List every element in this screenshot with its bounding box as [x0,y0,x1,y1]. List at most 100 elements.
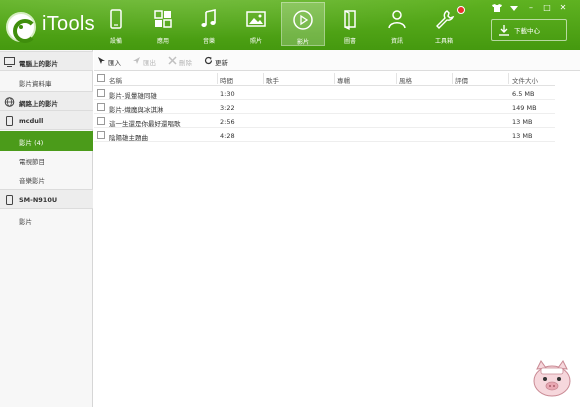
sidebar-item-label: 音樂影片 [19,177,45,185]
sidebar-group-label: mcdull [19,117,44,125]
row-checkbox[interactable] [97,117,105,125]
sidebar-item-tv-shows[interactable]: 電視節目 [0,150,93,170]
app-name: iTools [42,13,95,35]
column-header-time[interactable]: 時間 [220,75,233,85]
cell-time: 4:28 [220,132,235,140]
top-header: iTools 設備 應用 音樂 照片 影片 圖書 資訊 工具箱 – □ ✕ 下載… [0,0,580,50]
play-circle-icon [282,9,324,31]
select-all-checkbox[interactable] [97,74,105,82]
cell-name: 陰陽雄主題曲 [109,134,148,142]
itools-logo [6,12,37,43]
table-header: 名稱 時間 歌手 專輯 風格 評價 文件大小 [94,72,555,86]
cell-time: 3:22 [220,104,235,112]
column-divider [508,73,509,84]
sidebar-group-device-sm-n910u[interactable]: SM-N910U [0,189,93,209]
column-header-artist[interactable]: 歌手 [266,75,279,85]
nav-device[interactable]: 設備 [94,2,138,46]
nav-toolbox-label: 工具箱 [434,38,453,45]
download-center-label: 下載中心 [514,27,540,35]
cell-name: 影片-覓暈雄同雄 [109,92,157,100]
table-row[interactable]: 這一生還是你最好還唱歌 2:56 13 MB [94,115,555,128]
column-divider [217,73,218,84]
maximize-button[interactable]: □ [541,3,553,13]
cell-time: 2:56 [220,118,235,126]
column-header-size[interactable]: 文件大小 [512,75,538,85]
cell-size: 13 MB [512,132,533,140]
import-icon [97,56,106,65]
device-icon [4,116,15,126]
column-divider [263,73,264,84]
sidebar-group-online-videos[interactable]: 網路上的影片 [0,91,93,111]
table-row[interactable]: 影片-熾魔與冰淇淋 3:22 149 MB [94,101,555,114]
monitor-icon [4,57,15,67]
sidebar-item-sm-videos[interactable]: 影片 [0,210,93,230]
table-row[interactable]: 陰陽雄主題曲 4:28 13 MB [94,129,555,142]
delete-button[interactable]: 刪除 [168,56,198,67]
export-label: 匯出 [143,59,156,67]
nav-device-label: 設備 [109,38,122,45]
sidebar-item-label: 電視節目 [19,158,45,166]
import-button[interactable]: 匯入 [97,56,127,67]
person-icon [375,8,419,30]
export-icon [132,56,141,65]
phone-icon [94,8,138,30]
notification-badge [457,6,465,14]
nav-music[interactable]: 音樂 [187,2,231,46]
refresh-icon [204,56,213,65]
sidebar-item-label: 影片 [19,218,32,226]
sidebar-item-music-videos[interactable]: 音樂影片 [0,169,93,189]
globe-icon [4,97,15,107]
cell-size: 13 MB [512,118,533,126]
nav-videos[interactable]: 影片 [281,2,325,46]
apps-grid-icon [141,8,185,30]
table-row[interactable]: 影片-覓暈雄同雄 1:30 6.5 MB [94,87,555,100]
sidebar-item-label: 影片資料庫 [19,80,52,88]
minimize-button[interactable]: – [525,3,537,13]
cell-size: 6.5 MB [512,90,535,98]
sidebar-group-pc-videos[interactable]: 電腦上的影片 [0,51,93,71]
import-label: 匯入 [108,59,121,67]
sidebar-item-video-library[interactable]: 影片資料庫 [0,72,93,92]
skin-icon[interactable] [491,3,503,13]
sidebar-group-device-mcdull[interactable]: mcdull [0,110,93,130]
column-header-rating[interactable]: 評價 [455,75,468,85]
column-header-album[interactable]: 專輯 [337,75,350,85]
music-note-icon [187,8,231,30]
delete-label: 刪除 [179,59,192,67]
column-divider [396,73,397,84]
book-icon [328,8,372,31]
export-button[interactable]: 匯出 [132,56,162,67]
row-checkbox[interactable] [97,89,105,97]
cell-time: 1:30 [220,90,235,98]
sidebar: 電腦上的影片 影片資料庫 網路上的影片 mcdull 影片 (4) 電視節目 音… [0,50,93,407]
nav-music-label: 音樂 [202,38,215,45]
sidebar-item-videos[interactable]: 影片 (4) [0,131,93,151]
close-button[interactable]: ✕ [557,3,569,13]
refresh-label: 更新 [215,59,228,67]
download-center-button[interactable]: 下載中心 [491,19,567,41]
column-header-genre[interactable]: 風格 [399,75,412,85]
nav-photos-label: 照片 [249,38,262,45]
nav-apps[interactable]: 應用 [141,2,185,46]
device-icon [4,195,15,205]
sidebar-group-label: SM-N910U [19,196,58,204]
column-divider [452,73,453,84]
nav-books[interactable]: 圖書 [328,2,372,46]
cell-name: 影片-熾魔與冰淇淋 [109,106,164,114]
nav-videos-label: 影片 [296,39,309,46]
sidebar-item-label: 影片 (4) [19,139,44,147]
sidebar-group-label: 網路上的影片 [19,100,58,108]
row-checkbox[interactable] [97,131,105,139]
column-divider [334,73,335,84]
column-header-name[interactable]: 名稱 [109,75,122,85]
sidebar-group-label: 電腦上的影片 [19,60,58,68]
nav-apps-label: 應用 [156,38,169,45]
photo-icon [234,8,278,30]
nav-info[interactable]: 資訊 [375,2,419,46]
nav-photos[interactable]: 照片 [234,2,278,46]
menu-icon[interactable] [508,3,520,13]
download-icon [498,24,510,36]
nav-info-label: 資訊 [390,38,403,45]
row-checkbox[interactable] [97,103,105,111]
refresh-button[interactable]: 更新 [204,56,234,67]
